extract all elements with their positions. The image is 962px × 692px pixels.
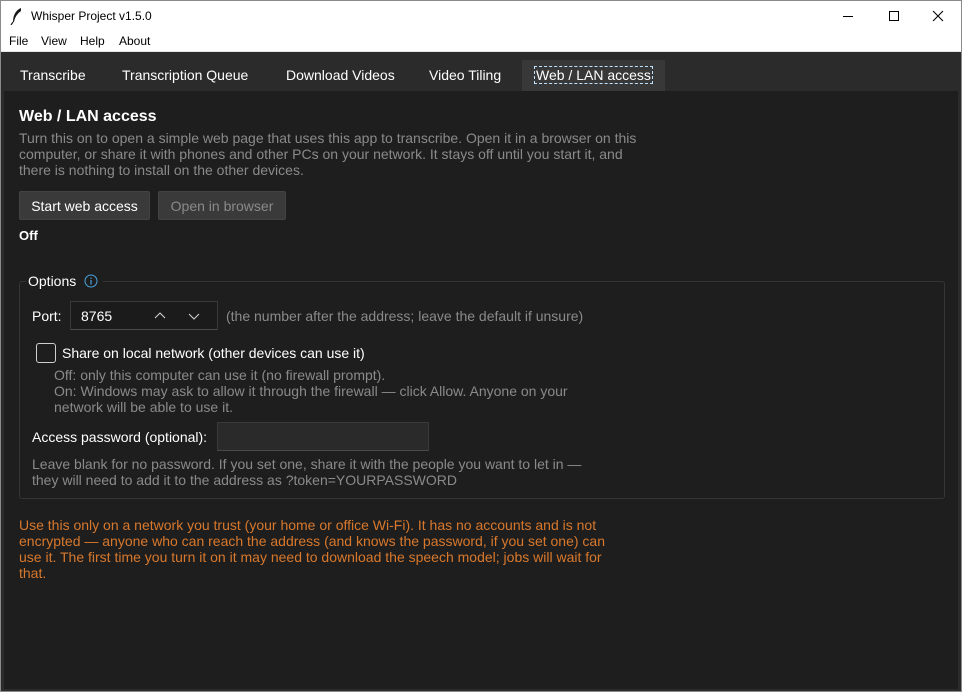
feather-icon [10,8,21,25]
share-on-lan-label[interactable]: Share on local network (other devices ca… [62,345,365,361]
page-title: Web / LAN access [19,108,157,125]
tab-label: Transcribe [20,67,86,83]
share-on-lan-checkbox[interactable] [36,343,56,363]
status-text: Off [19,228,38,243]
web-access-panel: Web / LAN access Turn this on to open a … [4,91,958,689]
password-field[interactable] [217,422,429,451]
tab-label: Download Videos [286,67,395,83]
tab-label: Web / LAN access [534,66,653,84]
port-hint: (the number after the address; leave the… [226,308,584,324]
password-label: Access password (optional): [32,429,208,445]
start-web-access-button[interactable]: Start web access [19,191,150,220]
minimize-icon [843,16,853,17]
chevron-up-icon[interactable] [153,310,167,322]
close-button[interactable] [915,1,961,31]
menu-bar: File View Help About [1,31,961,52]
tab-transcribe[interactable]: Transcribe [7,60,99,91]
tab-bar: Transcribe Transcription Queue Download … [1,52,961,91]
share-description-on: On: Windows may ask to allow it through … [54,383,568,415]
port-spinbox[interactable]: 8765 [70,301,218,330]
menu-about[interactable]: About [119,34,150,48]
tab-web-lan-access[interactable]: Web / LAN access [522,60,665,91]
port-value[interactable]: 8765 [81,308,112,324]
minimize-button[interactable] [825,1,871,31]
security-warning: Use this only on a network you trust (yo… [19,517,606,581]
tab-download-videos[interactable]: Download Videos [273,60,408,91]
open-in-browser-button[interactable]: Open in browser [158,191,286,220]
menu-view[interactable]: View [41,34,67,48]
menu-help[interactable]: Help [80,34,105,48]
tab-label: Video Tiling [429,67,502,83]
tab-video-tiling[interactable]: Video Tiling [416,60,514,91]
window-title: Whisper Project v1.5.0 [31,9,152,23]
app-window: Whisper Project v1.5.0 File View Help Ab… [0,0,962,692]
chevron-down-icon[interactable] [187,310,201,322]
share-description-off: Off: only this computer can use it (no f… [54,367,386,383]
port-label: Port: [32,308,62,324]
title-bar[interactable]: Whisper Project v1.5.0 [1,1,961,31]
maximize-icon [889,11,899,21]
close-icon [932,10,944,22]
password-description: Leave blank for no password. If you set … [32,456,582,488]
menu-file[interactable]: File [9,34,28,48]
tab-label: Transcription Queue [122,67,249,83]
options-title: Options [28,273,77,289]
tab-transcription-queue[interactable]: Transcription Queue [109,60,261,91]
maximize-button[interactable] [871,1,917,31]
page-description: Turn this on to open a simple web page t… [19,130,637,178]
info-icon[interactable] [84,274,98,288]
options-legend: Options [26,273,104,289]
share-description: Off: only this computer can use it (no f… [54,367,614,415]
options-group: Options Port: 8765 (the number after the… [19,273,945,499]
